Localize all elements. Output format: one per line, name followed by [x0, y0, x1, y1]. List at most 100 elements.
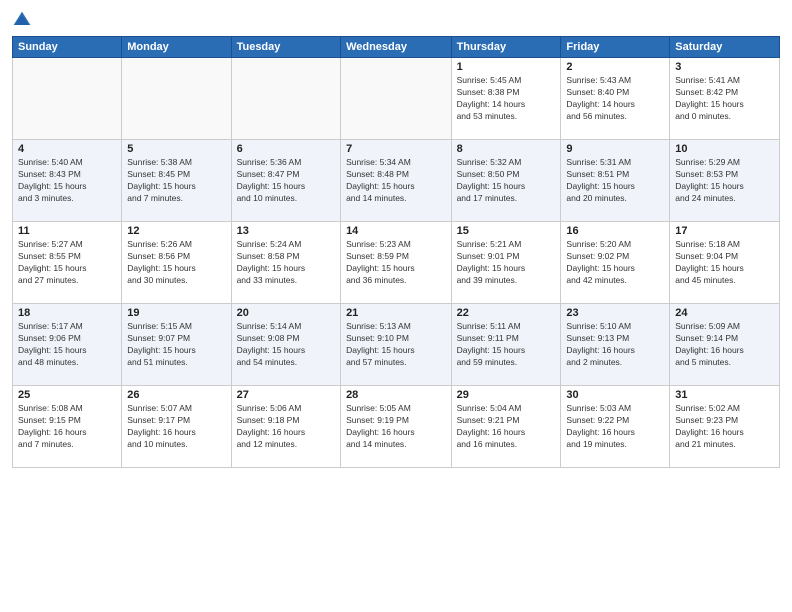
day-cell: 13 Sunrise: 5:24 AM Sunset: 8:58 PM Dayli… — [231, 222, 340, 304]
day-number: 30 — [566, 389, 664, 401]
day-cell: 14 Sunrise: 5:23 AM Sunset: 8:59 PM Dayli… — [341, 222, 452, 304]
day-cell: 2 Sunrise: 5:43 AM Sunset: 8:40 PM Daylig… — [561, 58, 670, 140]
day-info: Sunrise: 5:32 AM Sunset: 8:50 PM Dayligh… — [457, 157, 556, 205]
day-number: 25 — [18, 389, 116, 401]
week-row-3: 11 Sunrise: 5:27 AM Sunset: 8:55 PM Dayli… — [13, 222, 780, 304]
day-info: Sunrise: 5:15 AM Sunset: 9:07 PM Dayligh… — [127, 321, 225, 369]
day-number: 9 — [566, 143, 664, 155]
day-cell: 24 Sunrise: 5:09 AM Sunset: 9:14 PM Dayli… — [670, 304, 780, 386]
day-number: 5 — [127, 143, 225, 155]
week-row-2: 4 Sunrise: 5:40 AM Sunset: 8:43 PM Daylig… — [13, 140, 780, 222]
day-number: 18 — [18, 307, 116, 319]
day-cell: 23 Sunrise: 5:10 AM Sunset: 9:13 PM Dayli… — [561, 304, 670, 386]
day-number: 6 — [237, 143, 335, 155]
day-cell — [341, 58, 452, 140]
day-info: Sunrise: 5:18 AM Sunset: 9:04 PM Dayligh… — [675, 239, 774, 287]
day-info: Sunrise: 5:23 AM Sunset: 8:59 PM Dayligh… — [346, 239, 446, 287]
day-number: 13 — [237, 225, 335, 237]
day-number: 1 — [457, 61, 556, 73]
week-row-5: 25 Sunrise: 5:08 AM Sunset: 9:15 PM Dayli… — [13, 386, 780, 468]
day-number: 31 — [675, 389, 774, 401]
day-info: Sunrise: 5:38 AM Sunset: 8:45 PM Dayligh… — [127, 157, 225, 205]
day-info: Sunrise: 5:43 AM Sunset: 8:40 PM Dayligh… — [566, 75, 664, 123]
day-info: Sunrise: 5:29 AM Sunset: 8:53 PM Dayligh… — [675, 157, 774, 205]
day-cell: 19 Sunrise: 5:15 AM Sunset: 9:07 PM Dayli… — [122, 304, 231, 386]
day-cell: 29Sunrise: 5:04 AM Sunset: 9:21 PM Dayli… — [451, 386, 561, 468]
day-cell: 18 Sunrise: 5:17 AM Sunset: 9:06 PM Dayli… — [13, 304, 122, 386]
day-cell — [231, 58, 340, 140]
day-cell: 22 Sunrise: 5:11 AM Sunset: 9:11 PM Dayli… — [451, 304, 561, 386]
column-header-thursday: Thursday — [451, 37, 561, 58]
day-cell: 17 Sunrise: 5:18 AM Sunset: 9:04 PM Dayli… — [670, 222, 780, 304]
day-info: Sunrise: 5:13 AM Sunset: 9:10 PM Dayligh… — [346, 321, 446, 369]
column-header-friday: Friday — [561, 37, 670, 58]
day-cell: 7 Sunrise: 5:34 AM Sunset: 8:48 PM Daylig… — [341, 140, 452, 222]
logo — [12, 10, 34, 30]
page: SundayMondayTuesdayWednesdayThursdayFrid… — [0, 0, 792, 612]
day-cell: 12 Sunrise: 5:26 AM Sunset: 8:56 PM Dayli… — [122, 222, 231, 304]
day-info: Sunrise: 5:36 AM Sunset: 8:47 PM Dayligh… — [237, 157, 335, 205]
day-cell: 25 Sunrise: 5:08 AM Sunset: 9:15 PM Dayli… — [13, 386, 122, 468]
day-cell: 8 Sunrise: 5:32 AM Sunset: 8:50 PM Daylig… — [451, 140, 561, 222]
day-number: 28 — [346, 389, 446, 401]
day-info: Sunrise: 5:08 AM Sunset: 9:15 PM Dayligh… — [18, 403, 116, 451]
day-info: Sunrise: 5:20 AM Sunset: 9:02 PM Dayligh… — [566, 239, 664, 287]
day-info: Sunrise: 5:11 AM Sunset: 9:11 PM Dayligh… — [457, 321, 556, 369]
day-info: Sunrise: 5:10 AM Sunset: 9:13 PM Dayligh… — [566, 321, 664, 369]
column-header-sunday: Sunday — [13, 37, 122, 58]
day-info: Sunrise: 5:17 AM Sunset: 9:06 PM Dayligh… — [18, 321, 116, 369]
day-cell: 6 Sunrise: 5:36 AM Sunset: 8:47 PM Daylig… — [231, 140, 340, 222]
day-cell: 26Sunrise: 5:07 AM Sunset: 9:17 PM Dayli… — [122, 386, 231, 468]
day-info: Sunrise: 5:14 AM Sunset: 9:08 PM Dayligh… — [237, 321, 335, 369]
day-cell: 30Sunrise: 5:03 AM Sunset: 9:22 PM Dayli… — [561, 386, 670, 468]
day-info: Sunrise: 5:27 AM Sunset: 8:55 PM Dayligh… — [18, 239, 116, 287]
day-number: 7 — [346, 143, 446, 155]
day-info: Sunrise: 5:31 AM Sunset: 8:51 PM Dayligh… — [566, 157, 664, 205]
day-number: 4 — [18, 143, 116, 155]
day-cell — [122, 58, 231, 140]
day-info: Sunrise: 5:24 AM Sunset: 8:58 PM Dayligh… — [237, 239, 335, 287]
header-row: SundayMondayTuesdayWednesdayThursdayFrid… — [13, 37, 780, 58]
day-info: Sunrise: 5:06 AM Sunset: 9:18 PM Dayligh… — [237, 403, 335, 451]
day-number: 19 — [127, 307, 225, 319]
column-header-wednesday: Wednesday — [341, 37, 452, 58]
day-number: 11 — [18, 225, 116, 237]
day-cell: 21 Sunrise: 5:13 AM Sunset: 9:10 PM Dayli… — [341, 304, 452, 386]
day-cell: 4 Sunrise: 5:40 AM Sunset: 8:43 PM Daylig… — [13, 140, 122, 222]
day-info: Sunrise: 5:21 AM Sunset: 9:01 PM Dayligh… — [457, 239, 556, 287]
day-number: 24 — [675, 307, 774, 319]
day-cell: 1Sunrise: 5:45 AM Sunset: 8:38 PM Daylig… — [451, 58, 561, 140]
day-cell: 9 Sunrise: 5:31 AM Sunset: 8:51 PM Daylig… — [561, 140, 670, 222]
day-number: 20 — [237, 307, 335, 319]
column-header-tuesday: Tuesday — [231, 37, 340, 58]
day-info: Sunrise: 5:05 AM Sunset: 9:19 PM Dayligh… — [346, 403, 446, 451]
day-number: 14 — [346, 225, 446, 237]
day-number: 26 — [127, 389, 225, 401]
day-info: Sunrise: 5:09 AM Sunset: 9:14 PM Dayligh… — [675, 321, 774, 369]
day-cell — [13, 58, 122, 140]
day-number: 3 — [675, 61, 774, 73]
day-cell: 11 Sunrise: 5:27 AM Sunset: 8:55 PM Dayli… — [13, 222, 122, 304]
day-number: 17 — [675, 225, 774, 237]
day-info: Sunrise: 5:26 AM Sunset: 8:56 PM Dayligh… — [127, 239, 225, 287]
day-number: 12 — [127, 225, 225, 237]
day-cell: 28 Sunrise: 5:05 AM Sunset: 9:19 PM Dayli… — [341, 386, 452, 468]
day-cell: 10 Sunrise: 5:29 AM Sunset: 8:53 PM Dayli… — [670, 140, 780, 222]
day-number: 22 — [457, 307, 556, 319]
day-number: 2 — [566, 61, 664, 73]
day-number: 10 — [675, 143, 774, 155]
day-cell: 27 Sunrise: 5:06 AM Sunset: 9:18 PM Dayli… — [231, 386, 340, 468]
day-number: 23 — [566, 307, 664, 319]
day-info: Sunrise: 5:02 AM Sunset: 9:23 PM Dayligh… — [675, 403, 774, 451]
day-cell: 3Sunrise: 5:41 AM Sunset: 8:42 PM Daylig… — [670, 58, 780, 140]
day-cell: 15Sunrise: 5:21 AM Sunset: 9:01 PM Dayli… — [451, 222, 561, 304]
day-number: 27 — [237, 389, 335, 401]
day-number: 8 — [457, 143, 556, 155]
day-number: 16 — [566, 225, 664, 237]
day-cell: 31 Sunrise: 5:02 AM Sunset: 9:23 PM Dayli… — [670, 386, 780, 468]
day-number: 21 — [346, 307, 446, 319]
day-info: Sunrise: 5:34 AM Sunset: 8:48 PM Dayligh… — [346, 157, 446, 205]
day-info: Sunrise: 5:40 AM Sunset: 8:43 PM Dayligh… — [18, 157, 116, 205]
day-cell: 20 Sunrise: 5:14 AM Sunset: 9:08 PM Dayli… — [231, 304, 340, 386]
day-cell: 16 Sunrise: 5:20 AM Sunset: 9:02 PM Dayli… — [561, 222, 670, 304]
